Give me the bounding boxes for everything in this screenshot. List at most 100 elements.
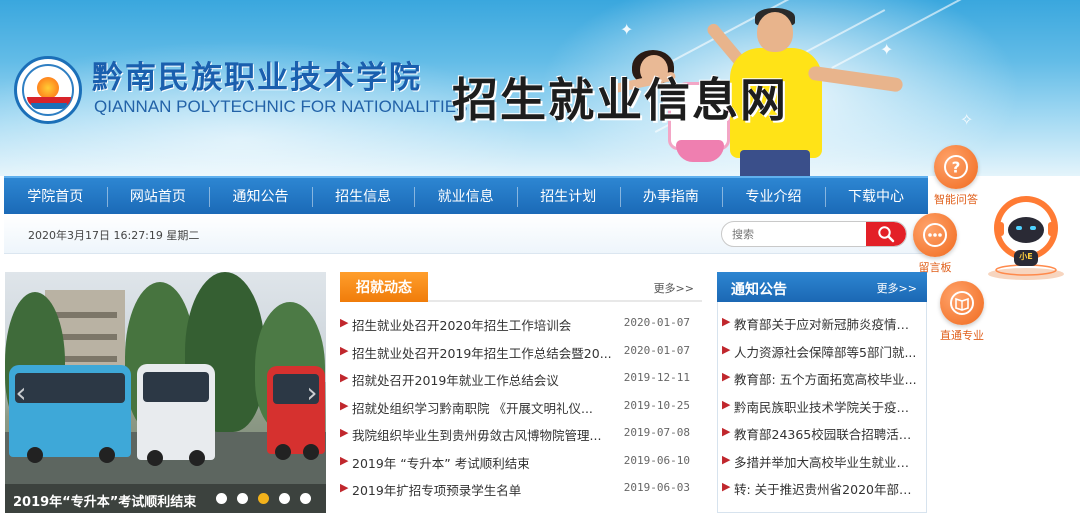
chat-bubble-icon <box>913 213 957 257</box>
notice-row[interactable]: ▶ 教育部24365校园联合招聘活动... <box>722 423 920 443</box>
nav-item-service-guide[interactable]: 办事指南 <box>619 178 723 214</box>
robot-badge: 小E <box>1019 252 1033 261</box>
search-input[interactable] <box>722 222 866 246</box>
notice-title[interactable]: 教育部: 五个方面拓宽高校毕业... <box>734 369 920 388</box>
sparkle-icon: ✦ <box>620 20 634 39</box>
slider-dot[interactable] <box>279 493 290 504</box>
nav-item-admission-info[interactable]: 招生信息 <box>311 178 415 214</box>
svg-text:?: ? <box>952 159 961 177</box>
notice-title[interactable]: 教育部24365校园联合招聘活动... <box>734 424 920 443</box>
bullet-icon: ▶ <box>340 316 349 329</box>
book-icon <box>940 281 984 325</box>
notices-more-link[interactable]: 更多>> <box>877 280 917 296</box>
news-date: 2020-01-07 <box>623 343 690 357</box>
news-date: 2019-06-10 <box>623 453 690 467</box>
news-row[interactable]: ▶ 招生就业处召开2019年招生工作总结会暨20... 2020-01-07 <box>340 342 690 362</box>
notice-list: ▶ 教育部关于应对新冠肺炎疫情做... ▶ 人力资源社会保障部等5部门就... … <box>722 313 920 503</box>
notice-title[interactable]: 人力资源社会保障部等5部门就... <box>734 342 920 361</box>
notice-row[interactable]: ▶ 转: 关于推迟贵州省2020年部分... <box>722 478 920 498</box>
slide-photo-window <box>53 312 117 318</box>
bullet-icon: ▶ <box>340 398 349 412</box>
news-row[interactable]: ▶ 招就处组织学习黔南职院 《开展文明礼仪... 2019-10-25 <box>340 397 690 417</box>
news-date: 2019-12-11 <box>623 371 690 384</box>
tool-smart-qa[interactable]: ? 智能问答 <box>934 145 978 207</box>
news-title[interactable]: 2019年 “专升本” 考试顺利结束 <box>352 453 614 472</box>
banner-figure-boy <box>740 150 810 176</box>
tool-message-board-label: 留言板 <box>918 261 952 274</box>
news-row[interactable]: ▶ 2019年 “专升本” 考试顺利结束 2019-06-10 <box>340 452 690 472</box>
news-row[interactable]: ▶ 招生就业处召开2020年招生工作培训会 2020-01-07 <box>340 314 690 334</box>
current-datetime: 2020年3月17日 16:27:19 星期二 <box>28 229 200 242</box>
tool-message-board[interactable]: 留言板 <box>913 213 957 275</box>
nav-item-notices[interactable]: 通知公告 <box>209 178 312 214</box>
slider-dot[interactable] <box>300 493 311 504</box>
news-date: 2019-10-25 <box>623 398 690 412</box>
tab-notices[interactable]: 通知公告 <box>731 279 787 299</box>
search-button[interactable] <box>866 222 906 246</box>
slider-prev-arrow[interactable]: ‹ <box>12 376 30 410</box>
bullet-icon: ▶ <box>340 371 349 384</box>
photo-slider[interactable] <box>5 272 326 513</box>
bullet-icon: ▶ <box>722 315 731 328</box>
news-title[interactable]: 招生就业处召开2019年招生工作总结会暨20... <box>352 343 614 362</box>
news-row[interactable]: ▶ 2019年扩招专项预录学生名单 2019-06-03 <box>340 479 690 499</box>
nav-item-site-home[interactable]: 网站首页 <box>106 178 210 214</box>
school-name-cn: 黔南民族职业技术学院 <box>92 60 422 96</box>
notice-title[interactable]: 黔南民族职业技术学院关于疫情... <box>734 397 920 416</box>
notice-row[interactable]: ▶ 人力资源社会保障部等5部门就... <box>722 341 920 361</box>
bullet-icon: ▶ <box>722 342 731 356</box>
question-icon: ? <box>934 145 978 189</box>
notice-title[interactable]: 多措并举加大高校毕业生就业工... <box>734 452 920 471</box>
bullet-icon: ▶ <box>722 425 731 438</box>
notice-title[interactable]: 教育部关于应对新冠肺炎疫情做... <box>734 314 920 333</box>
nav-item-admission-plan[interactable]: 招生计划 <box>516 178 620 214</box>
slider-dot[interactable] <box>216 493 227 504</box>
robot-icon <box>988 196 1064 280</box>
news-more-link[interactable]: 更多>> <box>654 280 694 296</box>
nav-item-downloads[interactable]: 下载中心 <box>824 178 928 214</box>
notice-row[interactable]: ▶ 黔南民族职业技术学院关于疫情... <box>722 396 920 416</box>
notice-row[interactable]: ▶ 教育部: 五个方面拓宽高校毕业... <box>722 368 920 388</box>
sparkle-icon: ✦ <box>880 40 894 59</box>
news-title[interactable]: 我院组织毕业生到贵州毋敛古风博物院管理... <box>352 425 614 444</box>
tool-majors-label: 直通专业 <box>940 329 984 342</box>
logo-wave-icon <box>31 103 67 109</box>
sparkle-icon: ✧ <box>960 110 974 129</box>
news-title[interactable]: 招就处组织学习黔南职院 《开展文明礼仪... <box>352 398 614 417</box>
news-title[interactable]: 2019年扩招专项预录学生名单 <box>352 480 614 499</box>
notice-row[interactable]: ▶ 多措并举加大高校毕业生就业工... <box>722 451 920 471</box>
nav-item-college-home[interactable]: 学院首页 <box>4 178 107 214</box>
tool-majors[interactable]: 直通专业 <box>940 281 984 343</box>
slider-dot[interactable] <box>237 493 248 504</box>
bullet-icon: ▶ <box>340 426 349 439</box>
bullet-icon: ▶ <box>340 481 349 494</box>
news-row[interactable]: ▶ 招就处召开2019年就业工作总结会议 2019-12-11 <box>340 369 690 389</box>
robot-assistant[interactable]: 小E <box>980 192 1072 282</box>
slider-next-arrow[interactable]: › <box>303 376 321 410</box>
nav-item-majors[interactable]: 专业介绍 <box>722 178 825 214</box>
news-title[interactable]: 招就处召开2019年就业工作总结会议 <box>352 370 614 389</box>
notice-panel-header: 通知公告 更多>> <box>717 272 927 302</box>
banner-figure-girl <box>676 140 724 162</box>
nav-item-employment-info[interactable]: 就业信息 <box>414 178 517 214</box>
main-nav: 学院首页 网站首页 通知公告 招生信息 就业信息 招生计划 办事指南 专业介绍 … <box>4 176 928 214</box>
news-panel-header: 招就动态 更多>> <box>340 272 702 302</box>
slider-dot-active[interactable] <box>258 493 269 504</box>
banner-figure-boy <box>757 12 793 52</box>
bullet-icon: ▶ <box>722 480 731 493</box>
school-logo[interactable] <box>14 56 82 124</box>
notice-row[interactable]: ▶ 教育部关于应对新冠肺炎疫情做... <box>722 313 920 333</box>
news-row[interactable]: ▶ 我院组织毕业生到贵州毋敛古风博物院管理... 2019-07-08 <box>340 424 690 444</box>
school-name-en: QIANNAN POLYTECHNIC FOR NATIONALITIES <box>94 97 468 116</box>
slider-caption[interactable]: 2019年“专升本”考试顺利结束 <box>13 491 196 510</box>
search-icon <box>878 226 895 243</box>
news-date: 2019-06-03 <box>623 481 690 494</box>
info-bar: 2020年3月17日 16:27:19 星期二 <box>4 214 928 254</box>
tool-smart-qa-label: 智能问答 <box>934 193 978 206</box>
bullet-icon: ▶ <box>722 397 731 411</box>
tab-news[interactable]: 招就动态 <box>340 272 428 302</box>
news-list: ▶ 招生就业处召开2020年招生工作培训会 2020-01-07 ▶ 招生就业处… <box>340 314 690 504</box>
news-title[interactable]: 招生就业处召开2020年招生工作培训会 <box>352 315 614 334</box>
notice-title[interactable]: 转: 关于推迟贵州省2020年部分... <box>734 479 920 498</box>
site-title: 招生就业信息网 <box>452 73 788 127</box>
